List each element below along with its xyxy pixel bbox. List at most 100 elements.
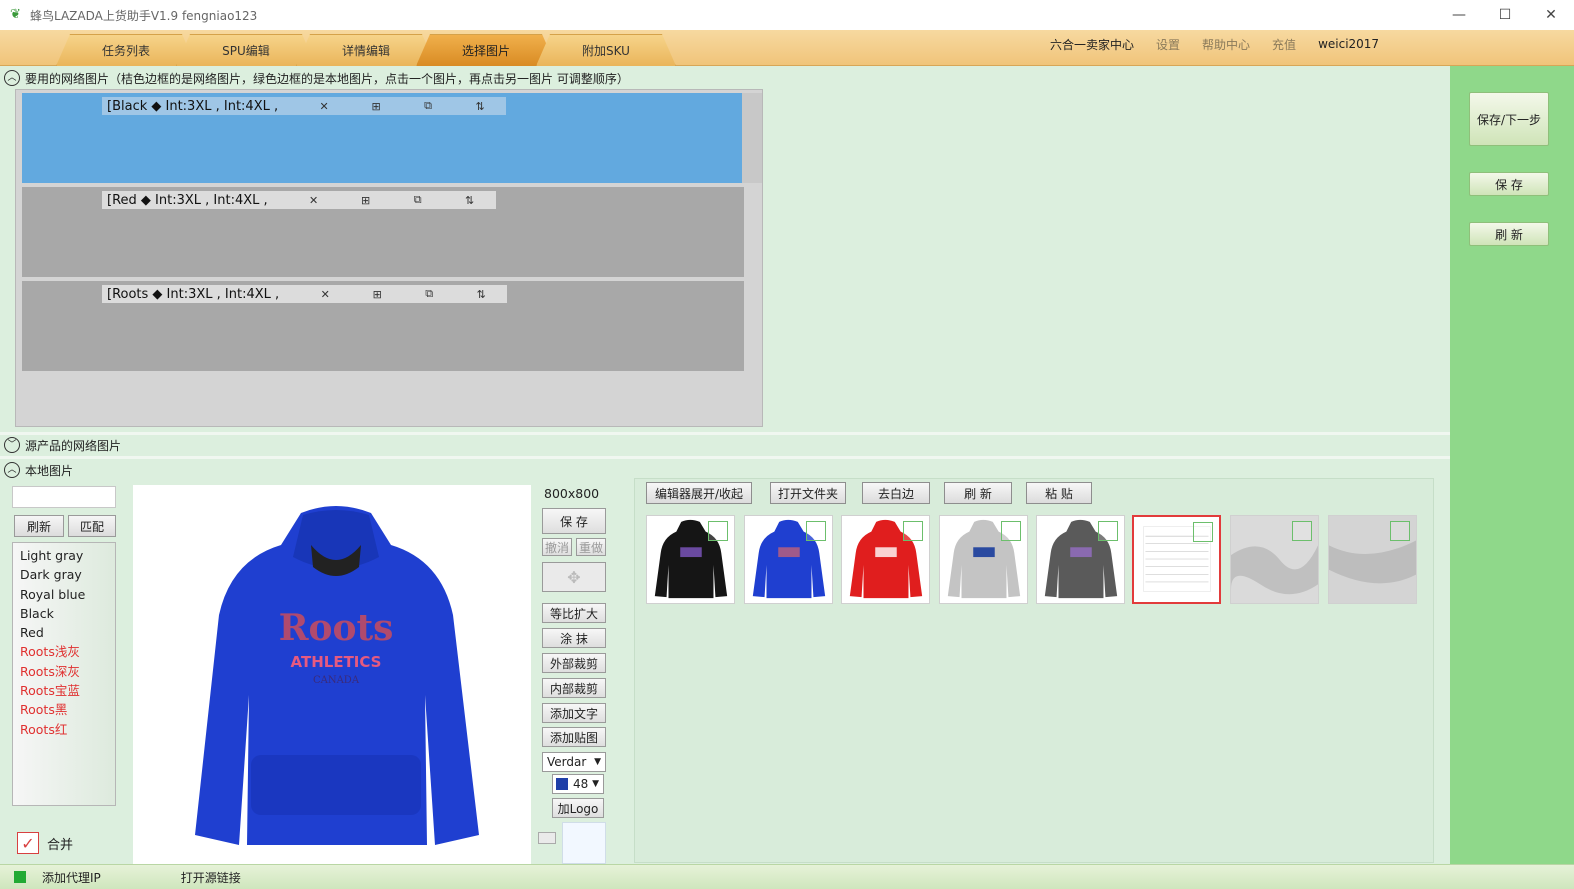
sort-icon[interactable]: ⇅ bbox=[444, 194, 496, 207]
refresh-button[interactable]: 刷 新 bbox=[1469, 222, 1549, 246]
list-item[interactable]: Roots红 bbox=[20, 720, 115, 739]
redo-button[interactable]: 重做 bbox=[576, 538, 606, 556]
expand-down-icon[interactable]: ﹀ bbox=[4, 437, 20, 453]
select-mark[interactable] bbox=[806, 521, 826, 541]
save-button[interactable]: 保 存 bbox=[1469, 172, 1549, 196]
scale-up-button[interactable]: 等比扩大 bbox=[542, 603, 606, 623]
list-item[interactable]: Black bbox=[20, 604, 115, 623]
list-item[interactable]: Light gray bbox=[20, 546, 115, 565]
tab-extra-sku[interactable]: 附加SKU bbox=[536, 34, 676, 66]
select-mark[interactable] bbox=[1193, 522, 1213, 542]
list-item[interactable]: Royal blue bbox=[20, 585, 115, 604]
smear-button[interactable]: 涂 抹 bbox=[542, 628, 606, 648]
help-center-link[interactable]: 帮助中心 bbox=[1202, 36, 1250, 53]
copy-icon[interactable]: ⧉ bbox=[392, 193, 444, 207]
select-mark[interactable] bbox=[1292, 521, 1312, 541]
seller-center-link[interactable]: 六合一卖家中心 bbox=[1050, 36, 1134, 53]
collapse-up-icon[interactable]: ︿ bbox=[4, 462, 20, 478]
thumb-black-hoodie[interactable] bbox=[646, 515, 735, 604]
select-mark[interactable] bbox=[1390, 521, 1410, 541]
row-scrollbar[interactable] bbox=[742, 93, 762, 183]
tab-task-list[interactable]: 任务列表 bbox=[56, 34, 196, 66]
font-select[interactable]: Verdar ▼ bbox=[542, 752, 606, 772]
select-mark[interactable] bbox=[903, 521, 923, 541]
delete-icon[interactable]: ✕ bbox=[299, 288, 351, 301]
thumb-fabric-2[interactable] bbox=[1328, 515, 1417, 604]
delete-icon[interactable]: ✕ bbox=[288, 194, 340, 207]
row-label-bar: [Black ◆ Int:3XL , Int:4XL , ✕ ⊞ ⧉ ⇅ bbox=[102, 97, 507, 115]
image-preview[interactable]: Roots ATHLETICS CANADA bbox=[133, 485, 531, 865]
select-mark[interactable] bbox=[708, 521, 728, 541]
paste-button[interactable]: 粘 贴 bbox=[1026, 482, 1092, 504]
list-item[interactable]: Roots深灰 bbox=[20, 662, 115, 681]
copy-icon[interactable]: ⧉ bbox=[403, 287, 455, 301]
list-item[interactable]: Roots黑 bbox=[20, 700, 115, 719]
thumb-red-hoodie[interactable] bbox=[841, 515, 930, 604]
checkmark-icon[interactable]: ✓ bbox=[17, 832, 39, 854]
list-item[interactable]: Roots浅灰 bbox=[20, 642, 115, 661]
thumb-blue-hoodie[interactable] bbox=[744, 515, 833, 604]
text-color-swatch[interactable] bbox=[556, 778, 568, 790]
grid-icon[interactable]: ⊞ bbox=[351, 288, 403, 301]
save-image-button[interactable]: 保 存 bbox=[542, 508, 606, 534]
list-item[interactable]: Roots宝蓝 bbox=[20, 681, 115, 700]
tab-spu-edit[interactable]: SPU编辑 bbox=[176, 34, 316, 66]
color-list[interactable]: Light gray Dark gray Royal blue Black Re… bbox=[12, 542, 116, 806]
zoom-slider-handle[interactable] bbox=[538, 832, 556, 844]
network-row-roots[interactable]: [Roots ◆ Int:3XL , Int:4XL , ✕ ⊞ ⧉ ⇅ bbox=[22, 281, 744, 371]
font-size-select[interactable]: 48 ▼ bbox=[552, 774, 604, 794]
outer-crop-button[interactable]: 外部裁剪 bbox=[542, 653, 606, 673]
editor-toggle-button[interactable]: 编辑器展开/收起 bbox=[646, 482, 752, 504]
maximize-button[interactable]: ☐ bbox=[1482, 0, 1528, 30]
list-item[interactable]: Dark gray bbox=[20, 565, 115, 584]
select-mark[interactable] bbox=[1098, 521, 1118, 541]
sort-icon[interactable]: ⇅ bbox=[455, 288, 507, 301]
thumb-darkgray-hoodie[interactable] bbox=[1036, 515, 1125, 604]
match-button[interactable]: 匹配 bbox=[68, 515, 116, 537]
trim-white-button[interactable]: 去白边 bbox=[862, 482, 930, 504]
add-logo-button[interactable]: 加Logo bbox=[552, 798, 604, 818]
local-filter-column: 刷新 匹配 Light gray Dark gray Royal blue Bl… bbox=[12, 486, 118, 866]
thumb-size-chart[interactable] bbox=[1132, 515, 1221, 604]
settings-link[interactable]: 设置 bbox=[1156, 36, 1180, 53]
image-size-label: 800x800 bbox=[544, 486, 600, 501]
local-search-input[interactable] bbox=[12, 486, 116, 508]
recharge-link[interactable]: 充值 bbox=[1272, 36, 1296, 53]
network-row-black[interactable]: [Black ◆ Int:3XL , Int:4XL , ✕ ⊞ ⧉ ⇅ bbox=[22, 93, 762, 183]
open-source-link[interactable]: 打开源链接 bbox=[181, 869, 241, 886]
refresh-gallery-button[interactable]: 刷 新 bbox=[944, 482, 1012, 504]
save-next-button[interactable]: 保存/下一步 bbox=[1469, 92, 1549, 146]
network-images-title: 要用的网络图片（桔色边框的是网络图片，绿色边框的是本地图片，点击一个图片，再点击… bbox=[25, 71, 629, 86]
hoodie-image: Roots ATHLETICS CANADA bbox=[195, 506, 479, 845]
add-text-button[interactable]: 添加文字 bbox=[542, 703, 606, 723]
local-images-title: 本地图片 bbox=[25, 463, 74, 478]
move-arrows-icon[interactable]: ✥ bbox=[542, 562, 606, 592]
undo-button[interactable]: 撤消 bbox=[542, 538, 572, 556]
delete-icon[interactable]: ✕ bbox=[298, 100, 350, 113]
copy-icon[interactable]: ⧉ bbox=[402, 99, 454, 113]
thumb-fabric-1[interactable] bbox=[1230, 515, 1319, 604]
add-sticker-button[interactable]: 添加贴图 bbox=[542, 727, 606, 747]
local-images-header[interactable]: ︿ 本地图片 bbox=[0, 459, 73, 481]
add-proxy-link[interactable]: 添加代理IP bbox=[42, 869, 101, 886]
tab-select-images[interactable]: 选择图片 bbox=[416, 34, 556, 66]
inner-crop-button[interactable]: 内部裁剪 bbox=[542, 678, 606, 698]
grid-icon[interactable]: ⊞ bbox=[350, 100, 402, 113]
list-item[interactable]: Red bbox=[20, 623, 115, 642]
source-images-header[interactable]: ﹀ 源产品的网络图片 bbox=[0, 434, 121, 456]
sort-icon[interactable]: ⇅ bbox=[454, 100, 506, 113]
thumb-lightgray-hoodie[interactable] bbox=[939, 515, 1028, 604]
grid-icon[interactable]: ⊞ bbox=[340, 194, 392, 207]
close-button[interactable]: ✕ bbox=[1528, 0, 1574, 30]
right-action-panel: 保存/下一步 保 存 刷 新 bbox=[1450, 66, 1574, 864]
network-images-header[interactable]: ︿ 要用的网络图片（桔色边框的是网络图片，绿色边框的是本地图片，点击一个图片，再… bbox=[0, 67, 629, 89]
select-mark[interactable] bbox=[1001, 521, 1021, 541]
font-value: Verdar bbox=[547, 755, 587, 769]
refresh-local-button[interactable]: 刷新 bbox=[14, 515, 64, 537]
open-folder-button[interactable]: 打开文件夹 bbox=[770, 482, 846, 504]
collapse-up-icon[interactable]: ︿ bbox=[4, 70, 20, 86]
merge-checkbox[interactable]: ✓ 合并 bbox=[17, 832, 73, 854]
network-row-red[interactable]: [Red ◆ Int:3XL , Int:4XL , ✕ ⊞ ⧉ ⇅ bbox=[22, 187, 744, 277]
tab-detail-edit[interactable]: 详情编辑 bbox=[296, 34, 436, 66]
minimize-button[interactable]: — bbox=[1436, 0, 1482, 30]
